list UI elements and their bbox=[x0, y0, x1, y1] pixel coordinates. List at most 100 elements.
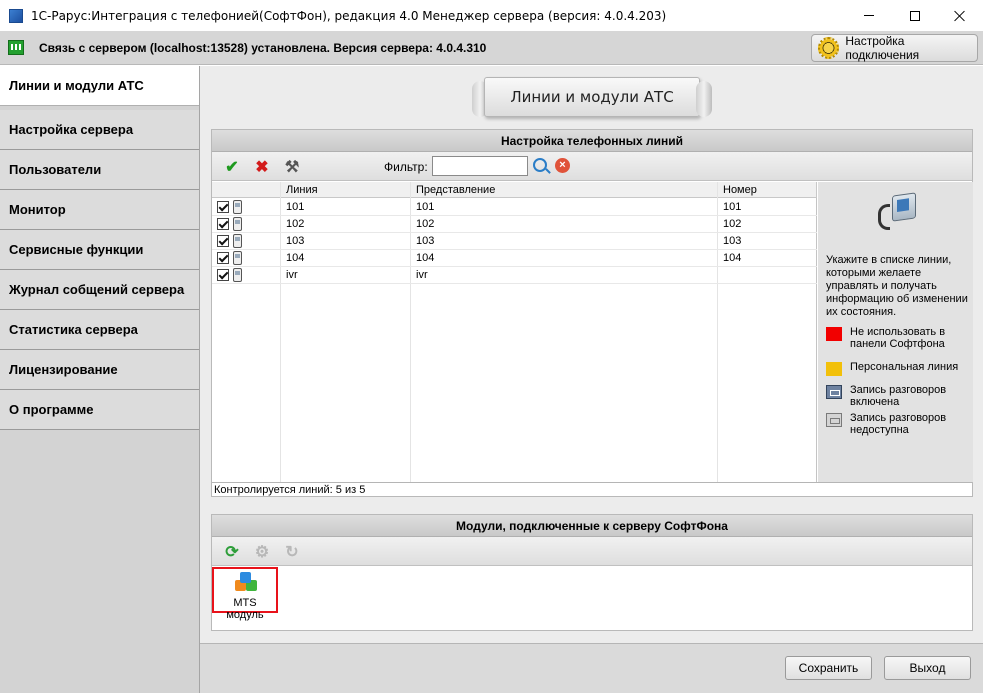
phone-icon bbox=[233, 217, 242, 231]
info-side-panel: Укажите в списке линии, которыми желаете… bbox=[818, 182, 973, 482]
close-button[interactable] bbox=[937, 0, 983, 31]
filter-label: Фильтр: bbox=[384, 160, 428, 174]
monitor-shape bbox=[892, 192, 916, 222]
sidebar-item-licensing[interactable]: Лицензирование bbox=[0, 350, 199, 390]
line-checkbox[interactable] bbox=[217, 235, 229, 247]
legend-label: Запись разговоров недоступна bbox=[850, 412, 947, 436]
cell-number: 101 bbox=[723, 201, 742, 213]
tools-icon: ⚒ bbox=[284, 159, 300, 176]
table-row[interactable]: 104 104 104 bbox=[212, 250, 817, 267]
server-connection-icon bbox=[8, 40, 24, 55]
refresh-modules-button[interactable]: ⟳ bbox=[222, 542, 242, 562]
connection-settings-label: Настройка подключения bbox=[845, 34, 920, 62]
column-header-flags bbox=[212, 182, 281, 198]
cell-line: 104 bbox=[286, 252, 305, 264]
recording-on-icon bbox=[826, 385, 842, 399]
clear-filter-icon[interactable]: × bbox=[555, 158, 570, 173]
cell-number: 103 bbox=[723, 235, 742, 247]
cell-number: 102 bbox=[723, 218, 742, 230]
module-tile-mts[interactable]: MTS модуль bbox=[212, 567, 278, 621]
line-checkbox[interactable] bbox=[217, 201, 229, 213]
sidebar-item-users[interactable]: Пользователи bbox=[0, 150, 199, 190]
module-settings-button[interactable]: ⚙ bbox=[252, 542, 272, 562]
modules-panel: Модули, подключенные к серверу СофтФона … bbox=[211, 514, 973, 631]
app-icon bbox=[9, 8, 23, 23]
table-row[interactable]: 103 103 103 bbox=[212, 233, 817, 250]
phone-computer-icon bbox=[876, 192, 920, 232]
check-icon: ✔ bbox=[225, 159, 239, 176]
page-title-banner: Линии и модули АТС bbox=[472, 73, 712, 121]
window-title: 1С-Рарус:Интеграция с телефонией(СофтФон… bbox=[31, 8, 667, 23]
sidebar-item-server-stats[interactable]: Статистика сервера bbox=[0, 310, 199, 350]
cell-view: 101 bbox=[416, 201, 435, 213]
cell-number: 104 bbox=[723, 252, 742, 264]
settings-tools-button[interactable]: ⚒ bbox=[282, 157, 302, 177]
lines-table: Линия Представление Номер 101 101 101 10… bbox=[212, 182, 817, 482]
sidebar-item-lines-modules[interactable]: Линии и модули АТС bbox=[0, 66, 199, 106]
reload-module-button[interactable]: ↻ bbox=[282, 542, 302, 562]
line-checkbox[interactable] bbox=[217, 252, 229, 264]
main-content: Линии и модули АТС Настройка телефонных … bbox=[200, 66, 983, 693]
gear-icon: ⚙ bbox=[254, 544, 270, 561]
cell-view: 104 bbox=[416, 252, 435, 264]
red-swatch bbox=[826, 327, 842, 341]
table-row[interactable]: ivr ivr bbox=[212, 267, 817, 284]
column-header-view[interactable]: Представление bbox=[411, 182, 718, 198]
modules-panel-title: Модули, подключенные к серверу СофтФона bbox=[212, 515, 972, 537]
lines-panel: Настройка телефонных линий ✔ ✖ ⚒ Фильтр:… bbox=[211, 129, 973, 497]
page-title: Линии и модули АТС bbox=[510, 88, 674, 106]
phone-icon bbox=[233, 268, 242, 282]
cell-view: ivr bbox=[416, 269, 428, 281]
search-icon[interactable] bbox=[533, 158, 547, 172]
cell-line: 103 bbox=[286, 235, 305, 247]
refresh-icon: ⟳ bbox=[225, 544, 239, 561]
uncheck-all-button[interactable]: ✖ bbox=[252, 157, 272, 177]
cell-line: 102 bbox=[286, 218, 305, 230]
modules-toolbar: ⟳ ⚙ ↻ bbox=[212, 537, 972, 566]
module-label: MTS модуль bbox=[226, 597, 264, 621]
exit-button[interactable]: Выход bbox=[884, 656, 971, 680]
table-row[interactable]: 102 102 102 bbox=[212, 216, 817, 233]
connection-status-text: Связь с сервером (localhost:13528) устан… bbox=[39, 41, 487, 55]
column-header-number[interactable]: Номер bbox=[718, 182, 817, 198]
sidebar-item-about[interactable]: О программе bbox=[0, 390, 199, 430]
cell-line: 101 bbox=[286, 201, 305, 213]
reload-icon: ↻ bbox=[285, 544, 299, 561]
phone-icon bbox=[233, 251, 242, 265]
close-icon bbox=[954, 10, 966, 22]
line-checkbox[interactable] bbox=[217, 269, 229, 281]
modules-list: MTS модуль bbox=[212, 567, 972, 629]
lines-count-status: Контролируется линий: 5 из 5 bbox=[212, 482, 972, 496]
line-checkbox[interactable] bbox=[217, 218, 229, 230]
phone-icon bbox=[233, 200, 242, 214]
cube-shape bbox=[240, 572, 251, 583]
yellow-swatch bbox=[826, 362, 842, 376]
connection-status-bar: Связь с сервером (localhost:13528) устан… bbox=[0, 31, 983, 65]
filter-input[interactable] bbox=[432, 156, 528, 176]
maximize-button[interactable] bbox=[892, 0, 938, 31]
lines-toolbar: ✔ ✖ ⚒ Фильтр: × bbox=[212, 152, 972, 181]
cell-line: ivr bbox=[286, 269, 298, 281]
save-button[interactable]: Сохранить bbox=[785, 656, 872, 680]
cell-view: 102 bbox=[416, 218, 435, 230]
sidebar-item-server-settings[interactable]: Настройка сервера bbox=[0, 110, 199, 150]
sidebar-item-service-functions[interactable]: Сервисные функции bbox=[0, 230, 199, 270]
cubes-icon bbox=[235, 572, 259, 592]
table-row[interactable]: 101 101 101 bbox=[212, 199, 817, 216]
cross-icon: ✖ bbox=[255, 159, 269, 176]
column-header-line[interactable]: Линия bbox=[281, 182, 411, 198]
legend-label: Не использовать в панели Софтфона bbox=[850, 326, 946, 350]
phone-icon bbox=[233, 234, 242, 248]
check-all-button[interactable]: ✔ bbox=[222, 157, 242, 177]
maximize-icon bbox=[910, 10, 920, 21]
legend-label: Персональная линия bbox=[850, 361, 959, 373]
connection-settings-button[interactable]: Настройка подключения bbox=[811, 34, 978, 62]
recording-off-icon bbox=[826, 413, 842, 427]
minimize-button[interactable] bbox=[846, 0, 892, 31]
sidebar-item-server-log[interactable]: Журнал собщений сервера bbox=[0, 270, 199, 310]
sidebar-item-monitor[interactable]: Монитор bbox=[0, 190, 199, 230]
info-text: Укажите в списке линии, которыми желаете… bbox=[826, 254, 968, 318]
sidebar: Линии и модули АТС Настройка сервера Пол… bbox=[0, 66, 200, 693]
title-bar: 1С-Рарус:Интеграция с телефонией(СофтФон… bbox=[0, 0, 983, 31]
legend-label: Запись разговоров включена bbox=[850, 384, 947, 408]
